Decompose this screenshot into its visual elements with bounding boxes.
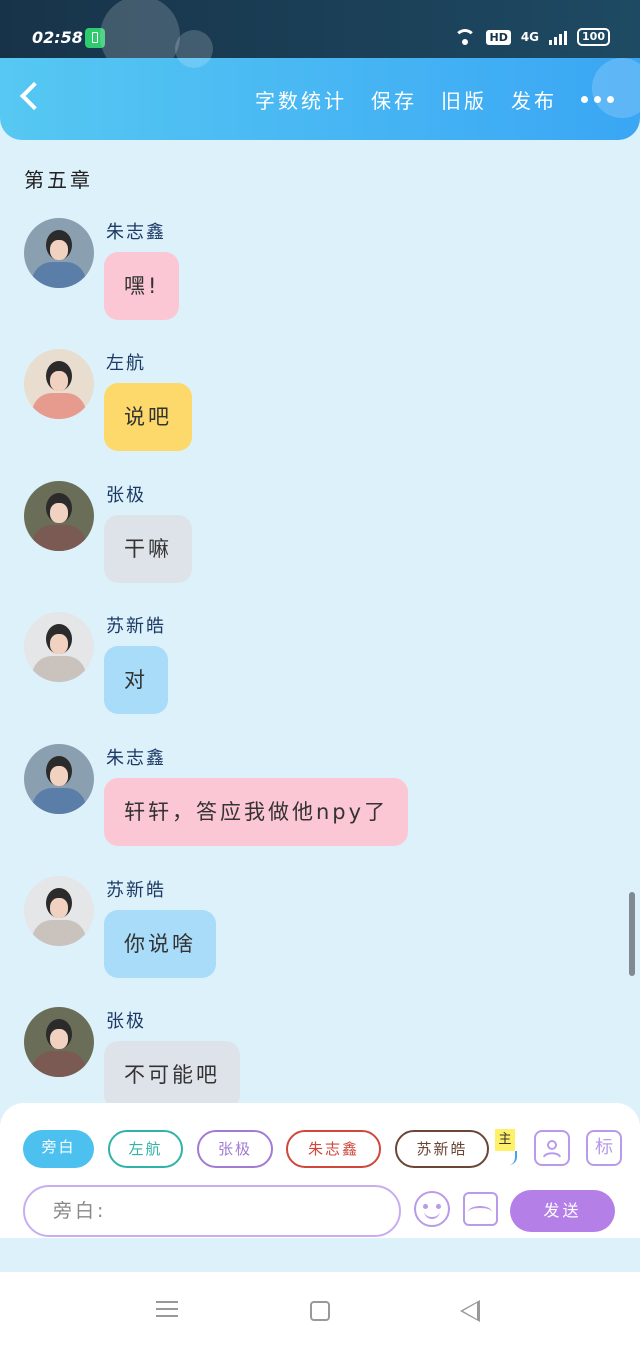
signal-icon <box>549 29 568 45</box>
sender-name: 朱志鑫 <box>106 748 166 769</box>
system-nav-bar <box>0 1272 640 1351</box>
status-bar: 02:58 HD 4G 100 <box>0 0 640 76</box>
header-menu: 字数统计 保存 旧版 发布 <box>255 58 640 140</box>
status-time: 02:58 <box>32 28 83 47</box>
old-version-button[interactable]: 旧版 <box>441 85 487 114</box>
scrollbar[interactable] <box>629 892 635 976</box>
message-input[interactable]: 旁白: <box>23 1185 401 1237</box>
add-character-icon[interactable] <box>534 1130 570 1166</box>
main-character-tag: 主 <box>495 1129 515 1151</box>
character-chip-zhangji[interactable]: 张极 <box>197 1130 273 1168</box>
message-bubble[interactable]: 对 <box>104 646 168 714</box>
send-button[interactable]: 发送 <box>510 1190 615 1232</box>
hd-badge: HD <box>486 29 511 45</box>
avatar[interactable] <box>24 612 94 682</box>
recent-apps-icon[interactable] <box>156 1301 178 1317</box>
app-header: 字数统计 保存 旧版 发布 <box>0 30 640 140</box>
character-chip-zuohang[interactable]: 左航 <box>108 1130 183 1168</box>
home-icon[interactable] <box>310 1301 330 1321</box>
back-icon[interactable] <box>19 81 49 111</box>
avatar[interactable] <box>24 1007 94 1077</box>
network-type: 4G <box>520 30 540 44</box>
back-nav-icon[interactable] <box>460 1300 480 1322</box>
tag-tail <box>503 1151 517 1165</box>
character-chip-suxinhao[interactable]: 苏新皓 <box>395 1130 489 1168</box>
decor-bubble <box>175 30 213 68</box>
mark-button[interactable]: 标 <box>586 1130 622 1166</box>
battery-level: 100 <box>577 28 610 46</box>
input-panel: 旁白 左航 张极 朱志鑫 苏新皓 主 标 旁白: 发送 <box>0 1103 640 1238</box>
message-bubble[interactable]: 嘿! <box>104 252 180 320</box>
emoji-icon[interactable] <box>414 1191 450 1227</box>
character-chip-narrator[interactable]: 旁白 <box>23 1130 94 1168</box>
message-bubble[interactable]: 你说啥 <box>104 910 216 978</box>
avatar[interactable] <box>24 876 94 946</box>
message-bubble[interactable]: 不可能吧 <box>104 1041 240 1109</box>
sender-name: 朱志鑫 <box>106 222 166 243</box>
message-bubble[interactable]: 说吧 <box>104 383 192 451</box>
avatar[interactable] <box>24 744 94 814</box>
image-icon[interactable] <box>463 1192 498 1226</box>
more-icon[interactable] <box>581 95 614 103</box>
chapter-title: 第五章 <box>24 168 93 192</box>
avatar[interactable] <box>24 218 94 288</box>
message-bubble[interactable]: 轩轩，答应我做他npy了 <box>104 778 409 846</box>
sender-name: 左航 <box>106 353 146 374</box>
avatar[interactable] <box>24 349 94 419</box>
avatar[interactable] <box>24 481 94 551</box>
status-icons: HD 4G 100 <box>454 28 610 46</box>
character-chip-zhuzhixin[interactable]: 朱志鑫 <box>286 1130 381 1168</box>
message-bubble[interactable]: 干嘛 <box>104 515 192 583</box>
sender-name: 张极 <box>106 485 146 506</box>
word-count-button[interactable]: 字数统计 <box>255 85 347 114</box>
publish-button[interactable]: 发布 <box>511 85 557 114</box>
wifi-icon <box>454 29 477 45</box>
sender-name: 苏新皓 <box>106 616 166 637</box>
sender-name: 苏新皓 <box>106 880 166 901</box>
save-button[interactable]: 保存 <box>371 85 417 114</box>
sender-name: 张极 <box>106 1011 146 1032</box>
